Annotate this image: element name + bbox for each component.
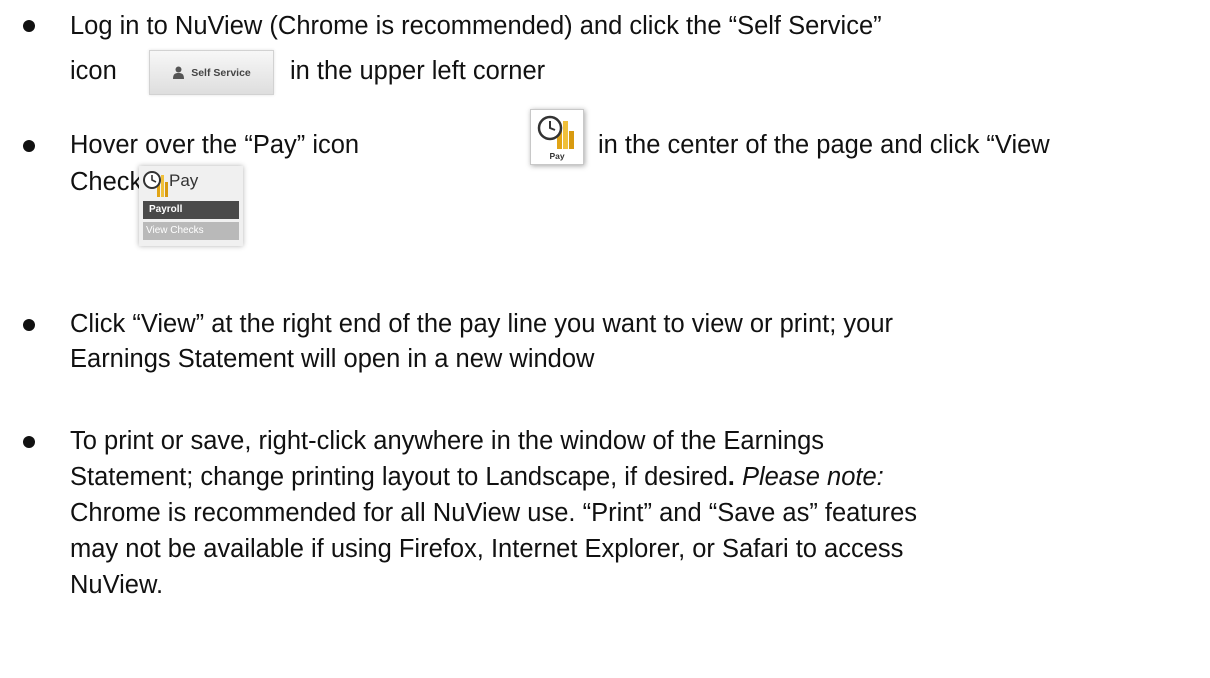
step-1-line-1: Log in to NuView (Chrome is recommended)… (70, 12, 882, 40)
step-3-line-2: Earnings Statement will open in a new wi… (70, 345, 595, 373)
menu-item-payroll: Payroll (143, 201, 239, 219)
step-2-after: in the center of the page and click “Vie… (598, 131, 1050, 159)
step-2-before: Hover over the “Pay” icon (70, 131, 360, 159)
step-4-text: Statement; change printing layout to Lan… (70, 463, 728, 491)
bullet-2 (23, 140, 35, 152)
step-4-line-3: Chrome is recommended for all NuView use… (70, 499, 918, 527)
bullet-1 (23, 20, 35, 32)
menu-item-view-checks: View Checks (143, 222, 239, 240)
self-service-button-image: Self Service (149, 50, 274, 95)
person-icon (173, 66, 185, 79)
pay-menu-title: Pay (169, 171, 199, 190)
step-1-rest: in the upper left corner (290, 57, 546, 85)
clock-coins-icon (143, 171, 168, 197)
step-4-please-note: Please note: (741, 463, 884, 491)
step-2-line-1: Hover over the “Pay” icon in the center … (70, 127, 1050, 163)
pay-icon-image: Pay (530, 109, 584, 165)
step-4-line-1: To print or save, right-click anywhere i… (70, 427, 825, 455)
step-1-icon-word: icon (70, 57, 117, 85)
bullet-3 (23, 319, 35, 331)
pay-icon-label: Pay (549, 151, 565, 161)
clock-coins-icon (537, 115, 574, 149)
bullet-4 (23, 436, 35, 448)
step-4-period: . (727, 463, 735, 491)
self-service-label: Self Service (191, 66, 251, 79)
step-4-line-2: Statement; change printing layout to Lan… (70, 459, 884, 495)
step-3-line-1: Click “View” at the right end of the pay… (70, 310, 894, 338)
step-1-line-2: icon in the upper left corner (70, 53, 545, 89)
step-4-line-4: may not be available if using Firefox, I… (70, 535, 904, 563)
step-4-line-5: NuView. (70, 571, 164, 599)
pay-menu-image: Pay Payroll View Checks (139, 166, 243, 246)
